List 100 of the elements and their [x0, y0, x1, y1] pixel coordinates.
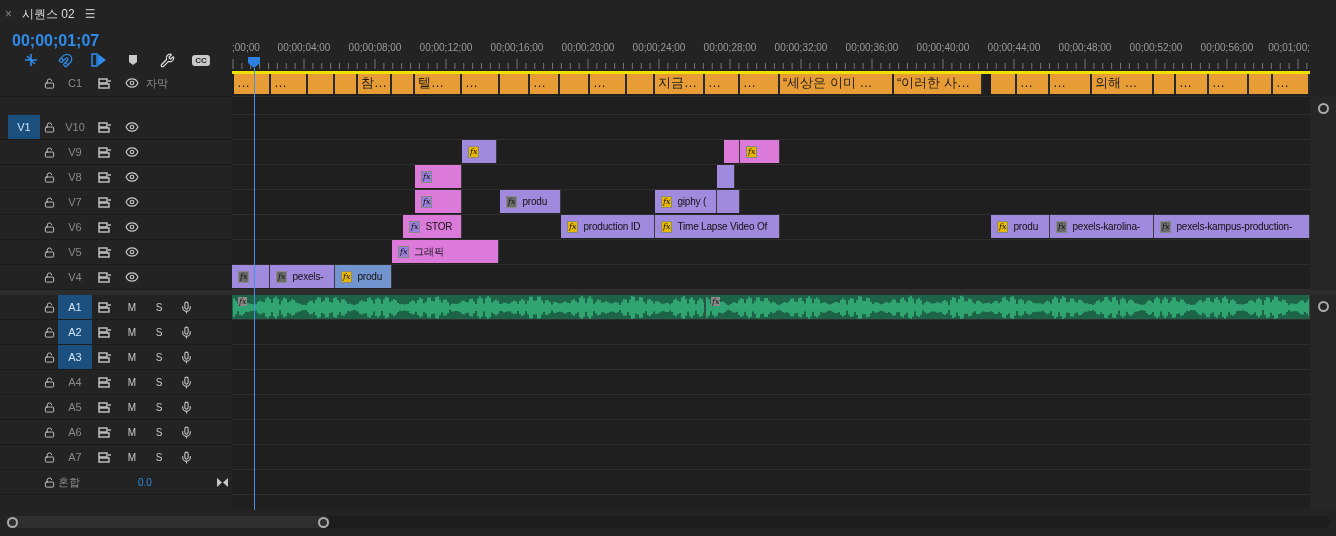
- caption-clip[interactable]: [335, 74, 358, 94]
- captions-button[interactable]: CC: [184, 51, 218, 69]
- sync-lock-icon[interactable]: [98, 326, 112, 338]
- mute-button[interactable]: M: [118, 426, 146, 438]
- track-name[interactable]: V5: [58, 240, 92, 264]
- video-clip[interactable]: fx pexels-: [270, 265, 335, 288]
- solo-button[interactable]: S: [146, 351, 172, 363]
- sync-lock-icon[interactable]: [98, 196, 112, 208]
- caption-clip[interactable]: [627, 74, 655, 94]
- source-patch-button[interactable]: V1: [8, 115, 40, 139]
- track-name[interactable]: V8: [58, 165, 92, 189]
- caption-clip[interactable]: [991, 74, 1017, 94]
- audio-clip[interactable]: fx: [232, 295, 705, 319]
- caption-clip[interactable]: [1154, 74, 1176, 94]
- scroll-handle[interactable]: [1317, 301, 1329, 312]
- sync-lock-icon[interactable]: [98, 401, 112, 413]
- video-clip[interactable]: fx giphy (: [655, 190, 717, 213]
- caption-clip[interactable]: 텔…: [415, 74, 462, 94]
- mute-button[interactable]: M: [118, 326, 146, 338]
- video-clip[interactable]: fx production ID: [561, 215, 655, 238]
- scroll-handle[interactable]: [7, 516, 18, 528]
- caption-clip[interactable]: [560, 74, 590, 94]
- caption-clip[interactable]: …: [271, 74, 308, 94]
- ruler-ticks[interactable]: [232, 59, 1310, 69]
- track-name[interactable]: A3: [58, 345, 92, 369]
- caption-clip[interactable]: …: [740, 74, 780, 94]
- solo-button[interactable]: S: [146, 326, 172, 338]
- video-clip[interactable]: fx pexels-karolina-: [1050, 215, 1154, 238]
- track-name[interactable]: V4: [58, 265, 92, 289]
- video-clip[interactable]: [717, 165, 735, 188]
- video-clip[interactable]: [717, 190, 740, 213]
- sync-lock-icon[interactable]: [98, 376, 112, 388]
- caption-clip[interactable]: …: [530, 74, 560, 94]
- sync-lock-icon[interactable]: [98, 351, 112, 363]
- video-clip[interactable]: fx: [415, 165, 462, 188]
- caption-clip[interactable]: …: [234, 74, 271, 94]
- solo-button[interactable]: S: [146, 426, 172, 438]
- video-clip[interactable]: fx STOR: [403, 215, 462, 238]
- caption-clip[interactable]: …: [1273, 74, 1310, 94]
- video-clip[interactable]: fx 그래픽: [392, 240, 499, 263]
- video-clip[interactable]: fx: [232, 265, 270, 288]
- sequence-title[interactable]: 시퀀스 02: [22, 5, 75, 23]
- caption-clip[interactable]: “세상은 이미 …: [780, 74, 894, 94]
- video-clip[interactable]: fx: [415, 190, 462, 213]
- video-clip[interactable]: fx produ: [335, 265, 392, 288]
- caption-clip[interactable]: …: [590, 74, 627, 94]
- scroll-handle[interactable]: [1317, 103, 1329, 114]
- caption-clip[interactable]: 지금…: [655, 74, 705, 94]
- caption-clip[interactable]: …: [1017, 74, 1050, 94]
- sync-lock-icon[interactable]: [98, 221, 112, 233]
- close-button[interactable]: ×: [5, 7, 12, 21]
- caption-clip[interactable]: …: [462, 74, 500, 94]
- caption-clip[interactable]: …: [705, 74, 740, 94]
- horizontal-scrollbar[interactable]: [6, 516, 1330, 528]
- video-clip[interactable]: fx pexels-kampus-production-: [1154, 215, 1310, 238]
- scroll-thumb[interactable]: [6, 516, 330, 528]
- scroll-handle[interactable]: [318, 516, 329, 528]
- caption-clip[interactable]: …: [1050, 74, 1092, 94]
- caption-clip[interactable]: [500, 74, 530, 94]
- video-clip[interactable]: fx Time Lapse Video Of: [655, 215, 780, 238]
- sync-lock-icon[interactable]: [98, 121, 112, 133]
- video-clip[interactable]: fx: [740, 140, 780, 163]
- caption-clip[interactable]: [308, 74, 335, 94]
- caption-clip[interactable]: 참…: [358, 74, 392, 94]
- track-name[interactable]: V10: [58, 115, 92, 139]
- track-name[interactable]: V9: [58, 140, 92, 164]
- caption-clip[interactable]: [1249, 74, 1273, 94]
- solo-button[interactable]: S: [146, 376, 172, 388]
- video-clip[interactable]: fx produ: [991, 215, 1050, 238]
- video-clip[interactable]: [724, 140, 740, 163]
- solo-button[interactable]: S: [146, 301, 172, 313]
- mute-button[interactable]: M: [118, 451, 146, 463]
- caption-clip[interactable]: [392, 74, 415, 94]
- sync-lock-icon[interactable]: [98, 171, 112, 183]
- sync-lock-icon[interactable]: [98, 246, 112, 258]
- sync-lock-icon[interactable]: [98, 451, 112, 463]
- track-name[interactable]: A5: [58, 395, 92, 419]
- playhead-handle-icon[interactable]: [248, 57, 260, 68]
- panel-menu-button[interactable]: ☰: [84, 7, 96, 21]
- video-clip[interactable]: fx: [462, 140, 497, 163]
- track-name[interactable]: C1: [58, 71, 92, 95]
- timecode-display[interactable]: 00;00;01;07: [12, 31, 100, 50]
- track-name[interactable]: A4: [58, 370, 92, 394]
- caption-clip[interactable]: 의해 …: [1092, 74, 1154, 94]
- mute-button[interactable]: M: [118, 401, 146, 413]
- track-name[interactable]: A2: [58, 320, 92, 344]
- caption-clip[interactable]: …: [1176, 74, 1209, 94]
- track-name[interactable]: A7: [58, 445, 92, 469]
- sync-lock-icon[interactable]: [98, 301, 112, 313]
- mute-button[interactable]: M: [118, 351, 146, 363]
- track-name[interactable]: A1: [58, 295, 92, 319]
- audio-clip[interactable]: fx: [705, 295, 1310, 319]
- track-name[interactable]: V7: [58, 190, 92, 214]
- solo-button[interactable]: S: [146, 401, 172, 413]
- sync-lock-icon[interactable]: [98, 426, 112, 438]
- mute-button[interactable]: M: [118, 376, 146, 388]
- sync-lock-icon[interactable]: [98, 146, 112, 158]
- track-name[interactable]: A6: [58, 420, 92, 444]
- caption-clip[interactable]: …: [1209, 74, 1249, 94]
- mix-volume-value[interactable]: 0.0: [138, 476, 178, 488]
